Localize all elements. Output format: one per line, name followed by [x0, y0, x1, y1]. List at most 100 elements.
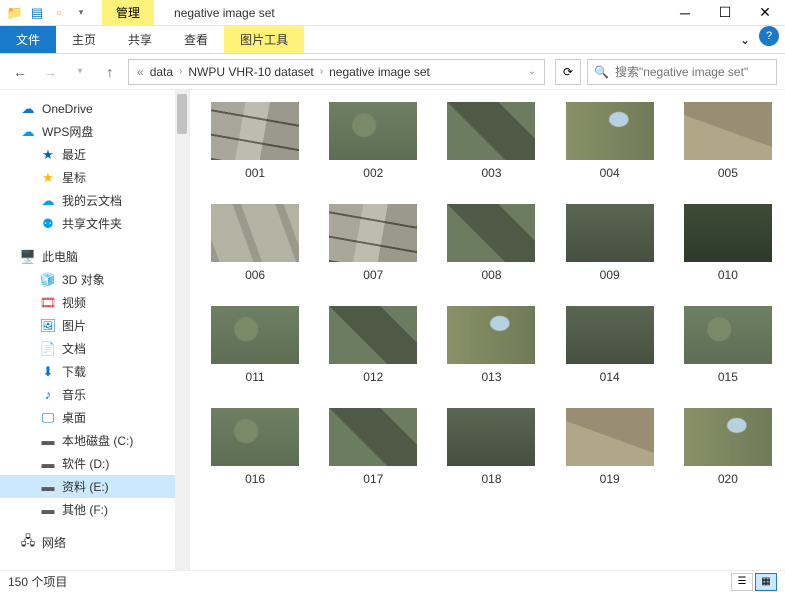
file-item[interactable]: 010 — [679, 204, 777, 282]
sidebar-scrollbar[interactable] — [175, 90, 189, 570]
breadcrumb[interactable]: NWPU VHR-10 dataset — [188, 65, 313, 79]
file-thumbnail — [684, 102, 772, 160]
history-dropdown[interactable]: ▾ — [68, 60, 92, 84]
file-item[interactable]: 009 — [561, 204, 659, 282]
sidebar-item[interactable]: 📄文档 — [0, 337, 189, 360]
search-input[interactable] — [615, 65, 770, 79]
sidebar-item-label: WPS网盘 — [42, 123, 93, 140]
file-item[interactable]: 006 — [206, 204, 304, 282]
tab-picture-tools[interactable]: 图片工具 — [224, 26, 304, 53]
file-item[interactable]: 002 — [324, 102, 422, 180]
chevron-right-icon[interactable]: › — [320, 66, 323, 77]
details-view-button[interactable]: ☰ — [731, 573, 753, 591]
address-dropdown-icon[interactable]: ⌄ — [528, 66, 536, 77]
file-item[interactable]: 005 — [679, 102, 777, 180]
sidebar-item-label: 本地磁盘 (C:) — [62, 432, 133, 449]
sidebar-item[interactable]: ▬资料 (E:) — [0, 475, 189, 498]
sidebar-item-label: 视频 — [62, 294, 86, 311]
sidebar-item[interactable]: ☁OneDrive — [0, 98, 189, 120]
drive-icon: ▬ — [40, 502, 56, 518]
file-thumbnail — [684, 306, 772, 364]
file-name: 017 — [363, 472, 383, 486]
file-item[interactable]: 020 — [679, 408, 777, 486]
file-item[interactable]: 013 — [442, 306, 540, 384]
drive-icon: 🖵 — [40, 410, 56, 426]
file-item[interactable]: 001 — [206, 102, 304, 180]
file-item[interactable]: 016 — [206, 408, 304, 486]
file-item[interactable]: 014 — [561, 306, 659, 384]
breadcrumb[interactable]: data — [150, 65, 173, 79]
new-folder-icon[interactable]: ▫ — [50, 4, 68, 22]
sidebar-item[interactable]: ★最近 — [0, 143, 189, 166]
tab-home[interactable]: 主页 — [56, 26, 112, 53]
sidebar-item[interactable]: 🖵桌面 — [0, 406, 189, 429]
file-item[interactable]: 018 — [442, 408, 540, 486]
back-button[interactable]: ← — [8, 60, 32, 84]
forward-button[interactable]: → — [38, 60, 62, 84]
file-name: 013 — [481, 370, 501, 384]
file-thumbnail — [447, 204, 535, 262]
sidebar-item[interactable]: ☁我的云文档 — [0, 189, 189, 212]
sidebar-item-network[interactable]: 🖧 网络 — [0, 531, 189, 554]
sidebar-item[interactable]: ▬其他 (F:) — [0, 498, 189, 521]
sidebar-item-label: 网络 — [42, 534, 66, 551]
sidebar-item[interactable]: 🧊3D 对象 — [0, 268, 189, 291]
sidebar-item[interactable]: 🎞视频 — [0, 291, 189, 314]
drive-icon: ⬇ — [40, 364, 56, 380]
window-title: negative image set — [154, 6, 665, 20]
file-item[interactable]: 019 — [561, 408, 659, 486]
tab-share[interactable]: 共享 — [112, 26, 168, 53]
breadcrumb[interactable]: negative image set — [329, 65, 430, 79]
file-item[interactable]: 012 — [324, 306, 422, 384]
sidebar-item[interactable]: ▬软件 (D:) — [0, 452, 189, 475]
up-button[interactable]: ↑ — [98, 60, 122, 84]
chevron-right-icon[interactable]: › — [179, 66, 182, 77]
file-name: 008 — [481, 268, 501, 282]
tab-file[interactable]: 文件 — [0, 26, 56, 53]
sidebar-item[interactable]: ▬本地磁盘 (C:) — [0, 429, 189, 452]
properties-icon[interactable]: ▤ — [28, 4, 46, 22]
file-item[interactable]: 007 — [324, 204, 422, 282]
file-item[interactable]: 011 — [206, 306, 304, 384]
file-name: 009 — [600, 268, 620, 282]
minimize-button[interactable]: ─ — [665, 0, 705, 26]
file-item[interactable]: 008 — [442, 204, 540, 282]
sidebar-item[interactable]: ⬇下载 — [0, 360, 189, 383]
sidebar-item[interactable]: ★星标 — [0, 166, 189, 189]
file-name: 006 — [245, 268, 265, 282]
thumbnails-view-button[interactable]: ▦ — [755, 573, 777, 591]
title-bar: 📁 ▤ ▫ ▾ 管理 negative image set ─ ☐ ✕ — [0, 0, 785, 26]
sidebar-item[interactable]: ☁WPS网盘 — [0, 120, 189, 143]
file-item[interactable]: 004 — [561, 102, 659, 180]
ribbon-expand-button[interactable]: ⌄ — [731, 26, 759, 53]
refresh-button[interactable]: ⟳ — [555, 59, 581, 85]
file-name: 010 — [718, 268, 738, 282]
address-bar[interactable]: « data › NWPU VHR-10 dataset › negative … — [128, 59, 545, 85]
sidebar-item-label: 共享文件夹 — [62, 215, 122, 232]
sidebar-item-label: 我的云文档 — [62, 192, 122, 209]
file-thumbnail — [329, 102, 417, 160]
help-icon[interactable]: ? — [759, 26, 779, 46]
file-item[interactable]: 017 — [324, 408, 422, 486]
sidebar-item[interactable]: 🖼图片 — [0, 314, 189, 337]
file-item[interactable]: 015 — [679, 306, 777, 384]
maximize-button[interactable]: ☐ — [705, 0, 745, 26]
sidebar-icon: ⚉ — [40, 216, 56, 232]
tab-view[interactable]: 查看 — [168, 26, 224, 53]
file-name: 011 — [246, 370, 265, 384]
view-mode-toggle: ☰ ▦ — [731, 573, 777, 591]
file-item[interactable]: 003 — [442, 102, 540, 180]
close-button[interactable]: ✕ — [745, 0, 785, 26]
sidebar-item[interactable]: ♪音乐 — [0, 383, 189, 406]
file-name: 018 — [481, 472, 501, 486]
sidebar-item-this-pc[interactable]: 🖥️ 此电脑 — [0, 245, 189, 268]
qat-dropdown-icon[interactable]: ▾ — [72, 4, 90, 22]
file-name: 015 — [718, 370, 738, 384]
file-name: 005 — [718, 166, 738, 180]
search-icon: 🔍 — [594, 65, 609, 79]
sidebar-item-label: 3D 对象 — [62, 271, 105, 288]
search-box[interactable]: 🔍 — [587, 59, 777, 85]
sidebar-icon: ★ — [40, 170, 56, 186]
sidebar-item-label: OneDrive — [42, 102, 93, 116]
sidebar-item[interactable]: ⚉ 共享文件夹 — [0, 212, 189, 235]
